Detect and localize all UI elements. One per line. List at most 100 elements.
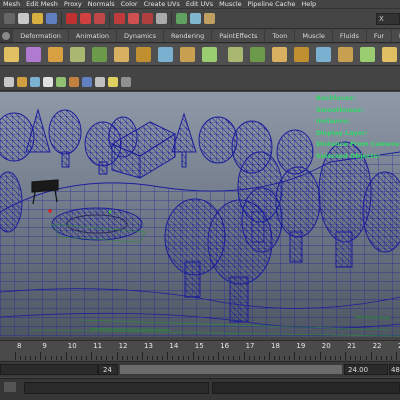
command-input[interactable] bbox=[24, 382, 209, 394]
shelf-plane-icon[interactable] bbox=[92, 47, 107, 62]
shelf-tab-fur[interactable]: Fur bbox=[366, 30, 392, 42]
frame-minor-tick bbox=[35, 356, 37, 360]
frame-minor-tick bbox=[81, 356, 83, 360]
menu-color[interactable]: Color bbox=[118, 0, 141, 8]
shelf-tab-dynamics[interactable]: Dynamics bbox=[116, 30, 164, 42]
render-settings-icon[interactable] bbox=[204, 13, 215, 24]
frame-minor-tick bbox=[131, 356, 133, 360]
shelf-tab-rendering[interactable]: Rendering bbox=[164, 30, 212, 42]
select-by-hierarchy-icon[interactable] bbox=[66, 13, 77, 24]
shelf-tab-fluids[interactable]: Fluids bbox=[332, 30, 366, 42]
bookmark-icon[interactable] bbox=[30, 77, 40, 87]
shelf-cylinder-icon[interactable] bbox=[48, 47, 63, 62]
range-max-field[interactable]: 48. bbox=[389, 364, 400, 375]
menu-normals[interactable]: Normals bbox=[85, 0, 118, 8]
image-plane-icon[interactable] bbox=[43, 77, 53, 87]
script-language-button[interactable] bbox=[4, 382, 16, 392]
menu-proxy[interactable]: Proxy bbox=[61, 0, 85, 8]
range-playback-start-field[interactable]: 24 bbox=[98, 364, 118, 375]
frame-minor-tick bbox=[70, 356, 72, 360]
frame-minor-tick bbox=[365, 356, 367, 360]
smooth-shade-icon[interactable] bbox=[82, 77, 92, 87]
render-icon[interactable] bbox=[176, 13, 187, 24]
menu-mesh[interactable]: Mesh bbox=[0, 0, 23, 8]
snap-curve-icon[interactable] bbox=[128, 13, 139, 24]
viewport-toolbar bbox=[0, 74, 400, 91]
shelf-bevel-icon[interactable] bbox=[158, 47, 173, 62]
menu-edit-mesh[interactable]: Edit Mesh bbox=[23, 0, 61, 8]
menu-edit-uvs[interactable]: Edit UVs bbox=[183, 0, 216, 8]
shelf-tool-icon[interactable] bbox=[338, 47, 353, 62]
frame-tick bbox=[294, 352, 296, 360]
select-camera-icon[interactable] bbox=[4, 77, 14, 87]
frame-tick bbox=[40, 352, 42, 360]
frame-minor-tick bbox=[50, 356, 52, 360]
menu-help[interactable]: Help bbox=[298, 0, 319, 8]
shelf-tool-icon[interactable] bbox=[294, 47, 309, 62]
shelf-cone-icon[interactable] bbox=[70, 47, 85, 62]
frame-minor-tick bbox=[360, 356, 362, 360]
shelf-split-icon[interactable] bbox=[180, 47, 195, 62]
frame-label: 10 bbox=[67, 342, 77, 350]
shelf-tab-hair[interactable]: Hair bbox=[392, 30, 400, 42]
playback-start-value: 24 bbox=[103, 366, 112, 374]
range-start-field[interactable] bbox=[0, 364, 98, 375]
shelf-tool-icon[interactable] bbox=[250, 47, 265, 62]
shelf-tab-painteffects[interactable]: PaintEffects bbox=[212, 30, 265, 42]
frame-minor-tick bbox=[162, 356, 164, 360]
grid-icon[interactable] bbox=[56, 77, 66, 87]
shelf-tool-icon[interactable] bbox=[360, 47, 375, 62]
history-icon[interactable] bbox=[156, 13, 167, 24]
shelf-sphere-icon[interactable] bbox=[4, 47, 19, 62]
shelf-tab-deformation[interactable]: Deformation bbox=[13, 30, 68, 42]
shelf-cube-icon[interactable] bbox=[26, 47, 41, 62]
camera-attributes-icon[interactable] bbox=[17, 77, 27, 87]
select-by-object-icon[interactable] bbox=[80, 13, 91, 24]
shelf-tool-icon[interactable] bbox=[316, 47, 331, 62]
shadows-icon[interactable] bbox=[121, 77, 131, 87]
frame-tick bbox=[218, 352, 220, 360]
textured-icon[interactable] bbox=[95, 77, 105, 87]
range-end-field[interactable]: 24.00 bbox=[344, 364, 388, 375]
command-result-field bbox=[212, 382, 400, 394]
shelf-merge-icon[interactable] bbox=[202, 47, 217, 62]
shelf-tab-animation[interactable]: Animation bbox=[68, 30, 116, 42]
frame-minor-tick bbox=[187, 356, 189, 360]
snap-point-icon[interactable] bbox=[142, 13, 153, 24]
shelf-tool-icon[interactable] bbox=[228, 47, 243, 62]
frame-tick bbox=[319, 352, 321, 360]
shelf-tool-icon[interactable] bbox=[382, 47, 397, 62]
menu-create-uvs[interactable]: Create UVs bbox=[141, 0, 183, 8]
frame-minor-tick bbox=[75, 356, 77, 360]
frame-tick bbox=[192, 352, 194, 360]
frame-minor-tick bbox=[340, 356, 342, 360]
range-slider-bar[interactable] bbox=[120, 365, 342, 374]
lights-icon[interactable] bbox=[108, 77, 118, 87]
shelf-extrude-icon[interactable] bbox=[136, 47, 151, 62]
wireframe-icon[interactable] bbox=[69, 77, 79, 87]
time-slider[interactable]: 891011121314151617181920212223 bbox=[0, 340, 400, 360]
status-line: X bbox=[0, 9, 400, 29]
shelf-tab-muscle[interactable]: Muscle bbox=[295, 30, 332, 42]
shelf-tab-toon[interactable]: Toon bbox=[265, 30, 295, 42]
open-scene-icon[interactable] bbox=[32, 13, 43, 24]
status-combo-field[interactable]: X bbox=[376, 13, 400, 25]
shelf-gear-icon[interactable] bbox=[2, 32, 10, 40]
ipr-icon[interactable] bbox=[190, 13, 201, 24]
menu-muscle[interactable]: Muscle bbox=[216, 0, 245, 8]
shelf-torus-icon[interactable] bbox=[114, 47, 129, 62]
frame-tick bbox=[15, 352, 16, 360]
select-by-component-icon[interactable] bbox=[94, 13, 105, 24]
menu-pipeline-cache[interactable]: Pipeline Cache bbox=[245, 0, 299, 8]
frame-minor-tick bbox=[375, 356, 377, 360]
shelf-tool-icon[interactable] bbox=[272, 47, 287, 62]
frame-minor-tick bbox=[314, 356, 316, 360]
snap-grid-icon[interactable] bbox=[114, 13, 125, 24]
frame-label: 16 bbox=[220, 342, 230, 350]
frame-minor-tick bbox=[106, 356, 108, 360]
save-scene-icon[interactable] bbox=[46, 13, 57, 24]
mode-dropdown-icon[interactable] bbox=[4, 13, 15, 24]
hud-row: Display Layer: bbox=[316, 128, 368, 137]
frame-minor-tick bbox=[309, 356, 311, 360]
new-scene-icon[interactable] bbox=[18, 13, 29, 24]
